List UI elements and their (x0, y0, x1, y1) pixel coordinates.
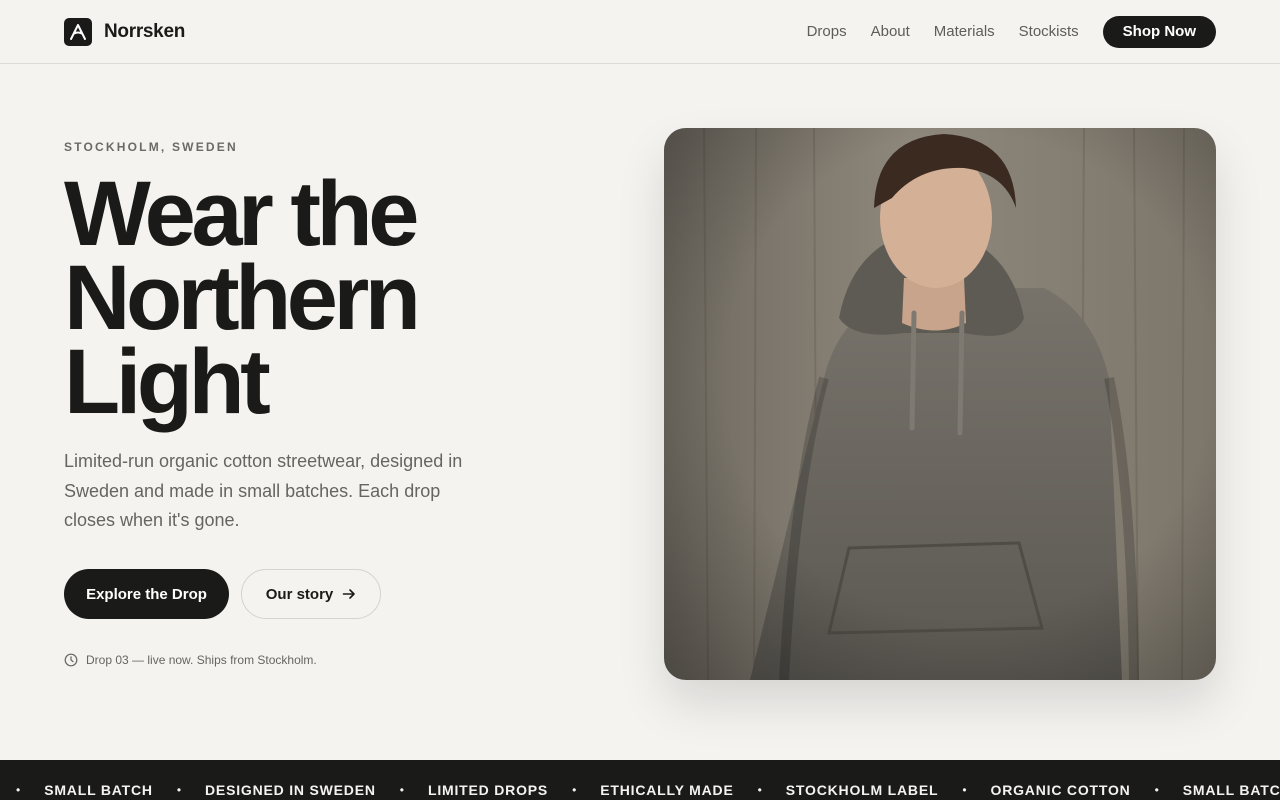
brand-name: Norrsken (104, 21, 186, 42)
brand-logo[interactable]: Norrsken (64, 18, 185, 46)
marquee-item: SMALL BATCH (1182, 782, 1280, 798)
our-story-button[interactable]: Our story (241, 569, 381, 619)
marquee-separator: • (1154, 783, 1159, 797)
nav-link-stockists[interactable]: Stockists (1019, 16, 1079, 48)
marquee-item: LIMITED DROPS (427, 782, 549, 798)
marquee-separator: • (572, 783, 577, 797)
marquee-item: STOCKHOLM LABEL (785, 782, 939, 798)
hero-description: Limited-run organic cotton streetwear, d… (64, 451, 463, 530)
marquee-separator: • (757, 783, 762, 797)
drop-status-text: Drop 03 — live now. Ships from Stockholm… (86, 653, 317, 667)
headline-line-1: Wear the (64, 163, 419, 265)
nav-link-about[interactable]: About (871, 16, 910, 48)
clock-icon (64, 653, 78, 667)
hoodie-model-illustration (664, 128, 1216, 680)
nav-link-materials[interactable]: Materials (934, 16, 995, 48)
marquee-separator: • (962, 783, 967, 797)
marquee-item: DESIGNED IN SWEDEN (205, 782, 376, 798)
shop-now-button[interactable]: Shop Now (1102, 16, 1216, 48)
our-story-label: Our story (265, 585, 334, 603)
marquee-separator: • (399, 783, 404, 797)
marquee-separator: • (176, 783, 182, 797)
main-nav: Drops About Materials Stockists Shop Now (807, 16, 1216, 48)
marquee-separator: • (16, 783, 21, 797)
nav-link-drops[interactable]: Drops (807, 16, 847, 48)
marquee-item: ORGANIC COTTON (990, 782, 1131, 798)
marquee-track: • SMALL BATCH • DESIGNED IN SWEDEN • LIM… (16, 782, 1280, 798)
drop-status: Drop 03 — live now. Ships from Stockholm… (64, 653, 317, 667)
marquee-item: ETHICALLY MADE (600, 782, 734, 798)
marquee-banner: • SMALL BATCH • DESIGNED IN SWEDEN • LIM… (0, 760, 1280, 800)
hero-product-photo (664, 128, 1216, 680)
headline-line-3: Light (64, 331, 271, 433)
logo-mark-icon (64, 18, 92, 46)
hero-headline: Wear the Northern Light (64, 163, 584, 433)
site-header: Norrsken Drops About Materials Stockists… (0, 0, 1280, 64)
marquee-item: SMALL BATCH (44, 782, 153, 798)
headline-line-2: Northern (64, 247, 421, 349)
hero-eyebrow: STOCKHOLM, SWEDEN (64, 140, 238, 154)
arrow-right-icon (342, 589, 356, 599)
explore-drop-button[interactable]: Explore the Drop (64, 569, 229, 619)
